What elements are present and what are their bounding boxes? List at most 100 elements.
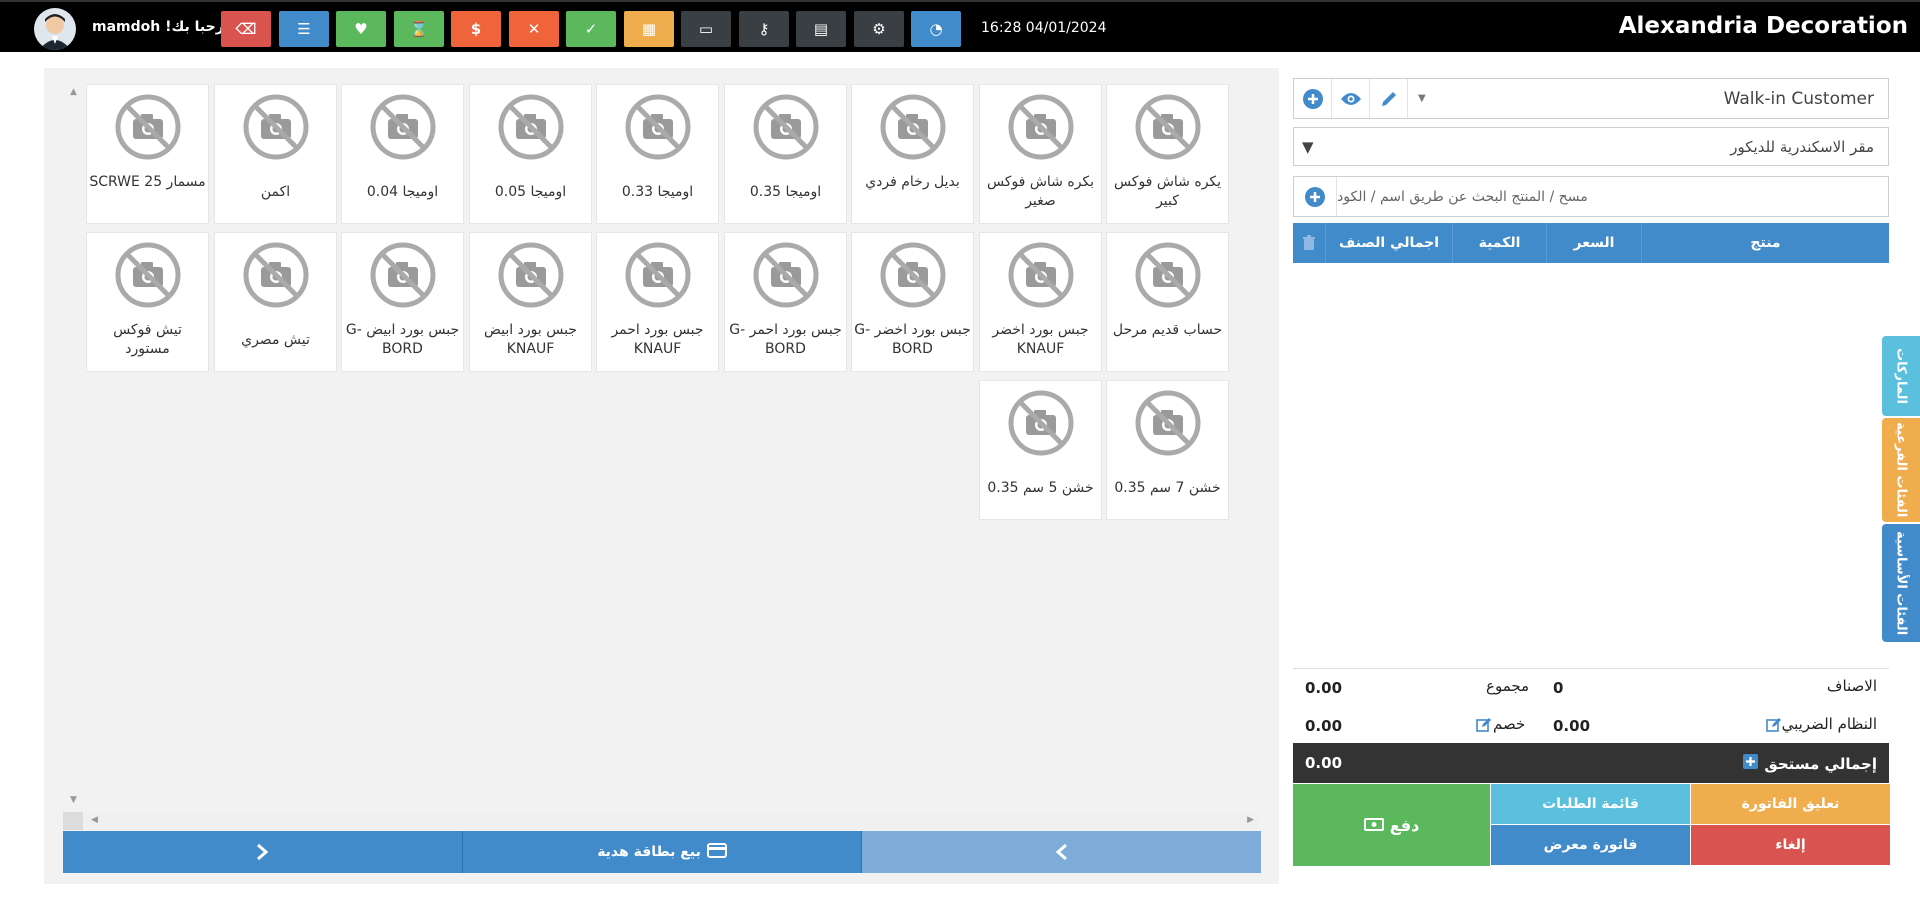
no-image-icon <box>879 93 947 161</box>
product-tile[interactable]: خشن 5 سم 0.35 <box>979 380 1102 520</box>
check-circle-button[interactable]: ✓ <box>566 11 616 47</box>
no-image-icon <box>1134 389 1202 457</box>
sell-gift-card-label: بيع بطاقة هدية <box>597 844 701 860</box>
eraser-button[interactable]: ⌫ <box>221 11 271 47</box>
product-name: بكره شاش فوكس صغير <box>986 174 1095 209</box>
edit-tax-icon[interactable] <box>1766 717 1782 736</box>
edit-discount-icon[interactable] <box>1476 717 1492 736</box>
plus-square-icon[interactable] <box>1743 754 1759 773</box>
column-header-price: السعر <box>1546 223 1641 263</box>
scroll-left-arrow-icon[interactable]: ◀ <box>91 815 98 825</box>
products-horizontal-scrollbar[interactable]: ◀ ▶ <box>63 812 1258 830</box>
product-tile[interactable]: جبس بورد اخضر KNAUF <box>979 232 1102 372</box>
order-table-body <box>1293 263 1889 665</box>
dollar-button[interactable]: $ <box>451 11 501 47</box>
no-image-icon <box>369 241 437 309</box>
product-tile[interactable]: جبس بورد احمر -G BORD <box>724 232 847 372</box>
product-tile[interactable]: حساب قديم مرحل <box>1106 232 1229 372</box>
next-page-button[interactable] <box>63 831 463 873</box>
no-image-icon <box>879 241 947 309</box>
laptop-button[interactable]: ▭ <box>681 11 731 47</box>
quote-invoice-label: فاتورة معرض <box>1543 837 1638 853</box>
no-image-icon <box>624 93 692 161</box>
tab-brands-label: الماركات <box>1893 348 1909 404</box>
dashboard-button[interactable]: ◔ <box>911 11 961 47</box>
key-icon: ⚷ <box>758 20 770 38</box>
orders-list-button[interactable]: قائمة الطلبات <box>1491 784 1690 824</box>
suspend-invoice-button[interactable]: تعليق الفاتورة <box>1691 784 1890 824</box>
product-tile[interactable]: مسمار 25 SCRWE <box>86 84 209 224</box>
product-tile[interactable]: تيش مصري <box>214 232 337 372</box>
discount-value: 0.00 <box>1305 717 1343 735</box>
view-customer-button[interactable] <box>1332 79 1370 118</box>
product-tile[interactable]: جبس بورد ابيض KNAUF <box>469 232 592 372</box>
warehouse-select[interactable]: ▼ مقر الاسكندرية للديكور <box>1293 127 1889 166</box>
cogs-button[interactable]: ⚙ <box>854 11 904 47</box>
cancel-button[interactable]: إلغاء <box>1691 825 1890 865</box>
hourglass-button[interactable]: ⌛ <box>394 11 444 47</box>
product-tile[interactable]: اوميجا 0.33 <box>596 84 719 224</box>
product-tile[interactable]: اكمن <box>214 84 337 224</box>
product-pager: بيع بطاقة هدية <box>63 831 1262 873</box>
key-button[interactable]: ⚷ <box>739 11 789 47</box>
calculator-button[interactable]: ▤ <box>796 11 846 47</box>
product-name: خشن 5 سم 0.35 <box>987 480 1094 496</box>
product-tile[interactable]: اوميجا 0.05 <box>469 84 592 224</box>
product-tile[interactable]: جبس بورد اخضر -G BORD <box>851 232 974 372</box>
close-circle-button[interactable]: ✕ <box>509 11 559 47</box>
sell-gift-card-button[interactable]: بيع بطاقة هدية <box>462 831 863 873</box>
scroll-up-arrow-icon[interactable]: ▲ <box>70 87 77 97</box>
clear-order-button[interactable] <box>1293 223 1325 263</box>
edit-customer-button[interactable] <box>1370 79 1408 118</box>
discount-label: خصم <box>1493 715 1526 733</box>
list-button[interactable]: ☰ <box>279 11 329 47</box>
scroll-right-arrow-icon[interactable]: ▶ <box>1247 815 1254 825</box>
product-tile[interactable]: تيش فوكس مستورد <box>86 232 209 372</box>
pay-button[interactable]: دفع <box>1293 784 1490 866</box>
total-value: 0.00 <box>1305 679 1343 697</box>
grid-button[interactable]: ▦ <box>624 11 674 47</box>
customer-select[interactable]: ▼ Walk-in Customer <box>1408 79 1888 118</box>
dollar-icon: $ <box>470 20 482 38</box>
column-header-line-total: اجمالي الصنف <box>1325 223 1452 263</box>
list-icon: ☰ <box>297 20 311 38</box>
product-tile[interactable]: اوميجا 0.04 <box>341 84 464 224</box>
product-tile[interactable]: بكره شاش فوكس صغير <box>979 84 1102 224</box>
chevron-right-icon <box>257 844 269 860</box>
chevron-down-icon: ▼ <box>1302 137 1314 156</box>
add-product-button[interactable] <box>1294 177 1337 216</box>
product-tile[interactable]: اوميجا 0.35 <box>724 84 847 224</box>
product-tile[interactable]: جبس بورد احمر KNAUF <box>596 232 719 372</box>
tab-main-categories-label: الفئات الأساسية <box>1893 530 1909 636</box>
items-value: 0 <box>1553 679 1564 697</box>
product-tile[interactable]: جبس بورد ابيض -G BORD <box>341 232 464 372</box>
product-tile[interactable]: يكره شاش فوكس كبير <box>1106 84 1229 224</box>
dashboard-icon: ◔ <box>929 20 943 38</box>
cogs-icon: ⚙ <box>872 20 886 38</box>
product-tile[interactable]: بديل رخام فردي <box>851 84 974 224</box>
previous-page-button[interactable] <box>862 831 1262 873</box>
avatar[interactable] <box>34 8 76 50</box>
product-search: مسح / المنتج البحث عن طريق اسم / الكود <box>1293 176 1889 217</box>
clock: 16:28 04/01/2024 <box>981 20 1107 36</box>
laptop-icon: ▭ <box>698 20 714 38</box>
product-tile[interactable]: خشن 7 سم 0.35 <box>1106 380 1229 520</box>
scroll-down-arrow-icon[interactable]: ▼ <box>70 795 77 805</box>
items-label: الاصناف <box>1826 677 1877 695</box>
product-name: جبس بورد اخضر KNAUF <box>992 322 1089 357</box>
tab-brands[interactable]: الماركات <box>1882 336 1920 416</box>
tab-subcategories-label: الفئات الفرعية <box>1893 422 1909 518</box>
no-image-icon <box>1134 241 1202 309</box>
products-vertical-scrollbar[interactable]: ▲ ▼ <box>66 85 82 807</box>
product-name: خشن 7 سم 0.35 <box>1114 480 1221 496</box>
product-search-input[interactable]: مسح / المنتج البحث عن طريق اسم / الكود <box>1337 177 1888 216</box>
product-name: جبس بورد احمر -G BORD <box>729 322 842 357</box>
tab-main-categories[interactable]: الفئات الأساسية <box>1882 524 1920 642</box>
tab-subcategories[interactable]: الفئات الفرعية <box>1882 418 1920 522</box>
totals-summary: الاصناف 0 مجموع 0.00 النظام الضريبي 0.00… <box>1293 668 1889 746</box>
no-image-icon <box>624 241 692 309</box>
heart-button[interactable]: ♥ <box>336 11 386 47</box>
quote-invoice-button[interactable]: فاتورة معرض <box>1491 825 1690 865</box>
no-image-icon <box>1134 93 1202 161</box>
add-customer-button[interactable] <box>1294 79 1332 118</box>
